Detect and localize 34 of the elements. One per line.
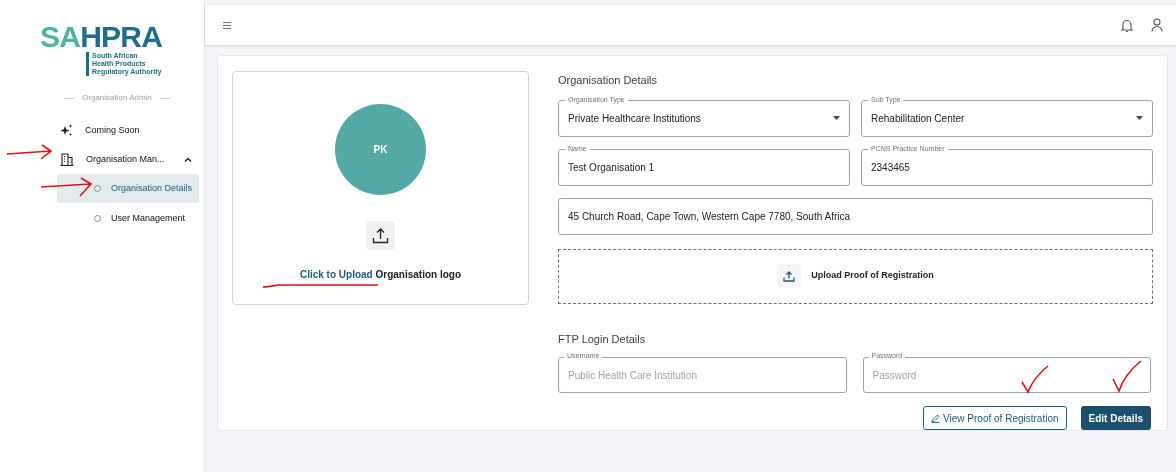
input-field[interactable]: Public Health Care Institution xyxy=(558,357,847,393)
annotation-checkmark xyxy=(1111,359,1143,393)
sparkle-icon xyxy=(60,124,73,137)
section-title: Organisation Details xyxy=(558,73,659,88)
bell-icon[interactable] xyxy=(1120,17,1134,33)
avatar: PK xyxy=(335,104,426,195)
input-field[interactable]: 45 Church Road, Cape Town, Western Cape 7780, South Africa xyxy=(558,197,1153,235)
edit-details-button[interactable]: Edit Details xyxy=(1080,406,1151,430)
section-label: Organisation Admin xyxy=(82,92,152,104)
upload-icon xyxy=(372,227,389,244)
upload-link[interactable]: Click to Upload xyxy=(299,269,373,280)
upload-label: Upload Proof of Registration xyxy=(811,269,934,283)
upload-button[interactable] xyxy=(366,221,395,250)
annotation-checkmark xyxy=(1020,364,1050,394)
radio-icon xyxy=(94,215,101,222)
dropdown-arrow-icon xyxy=(1136,116,1143,120)
input-field[interactable]: Password xyxy=(862,357,1151,393)
upload-dropzone[interactable]: Upload Proof of Registration xyxy=(558,248,1153,304)
annotation-arrow xyxy=(40,176,93,198)
sidebar-subitem[interactable]: User Management xyxy=(57,204,199,233)
menu-icon[interactable] xyxy=(223,21,231,29)
upload-hint: Organisation logo xyxy=(375,269,462,280)
dropdown-arrow-icon xyxy=(833,116,840,120)
view-proof-button[interactable]: View Proof of Registration xyxy=(923,406,1067,430)
building-icon xyxy=(60,153,74,166)
sidebar-subitem[interactable]: Organisation Details xyxy=(57,174,199,203)
sidebar-item[interactable]: Coming Soon xyxy=(0,116,204,145)
sidebar-item[interactable]: Organisation Man... xyxy=(0,145,204,174)
upload-icon xyxy=(783,270,796,282)
section-title: FTP Login Details xyxy=(558,331,647,347)
user-icon[interactable] xyxy=(1151,18,1163,32)
pencil-icon xyxy=(931,413,941,423)
radio-icon xyxy=(94,185,101,192)
annotation-arrow xyxy=(6,143,53,161)
